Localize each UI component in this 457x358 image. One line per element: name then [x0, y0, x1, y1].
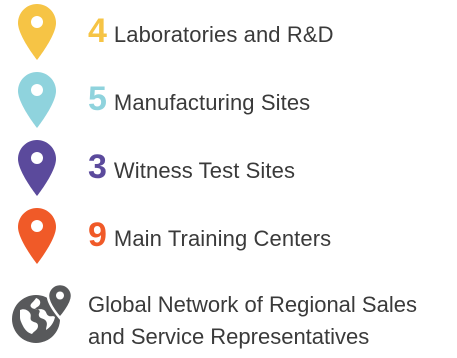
globe-pin-icon	[12, 282, 74, 343]
labs-label: Laboratories and R&D	[113, 22, 334, 47]
training-count: 9	[88, 216, 107, 254]
global-network-line2: and Service Representatives	[88, 324, 370, 349]
witness-label: Witness Test Sites	[113, 158, 296, 183]
locations-list: 4 Laboratories and R&D 5 Manufacturing S…	[0, 0, 457, 358]
global-network-text: Global Network of Regional Sales and Ser…	[88, 289, 456, 353]
location-item-manufacturing: 5 Manufacturing Sites	[0, 68, 457, 132]
global-network-line1: Global Network of Regional Sales	[88, 292, 417, 317]
manufacturing-label: Manufacturing Sites	[113, 90, 311, 115]
manufacturing-count: 5	[88, 80, 107, 118]
location-item-labs: 4 Laboratories and R&D	[0, 0, 457, 64]
location-item-training: 9 Main Training Centers	[0, 204, 457, 268]
map-pin-icon	[18, 208, 56, 264]
map-pin-icon	[18, 72, 56, 128]
location-item-witness: 3 Witness Test Sites	[0, 136, 457, 200]
map-pin-icon	[18, 4, 56, 60]
training-label: Main Training Centers	[113, 226, 332, 251]
labs-count: 4	[88, 12, 107, 50]
witness-count: 3	[88, 148, 107, 186]
map-pin-icon	[18, 140, 56, 196]
